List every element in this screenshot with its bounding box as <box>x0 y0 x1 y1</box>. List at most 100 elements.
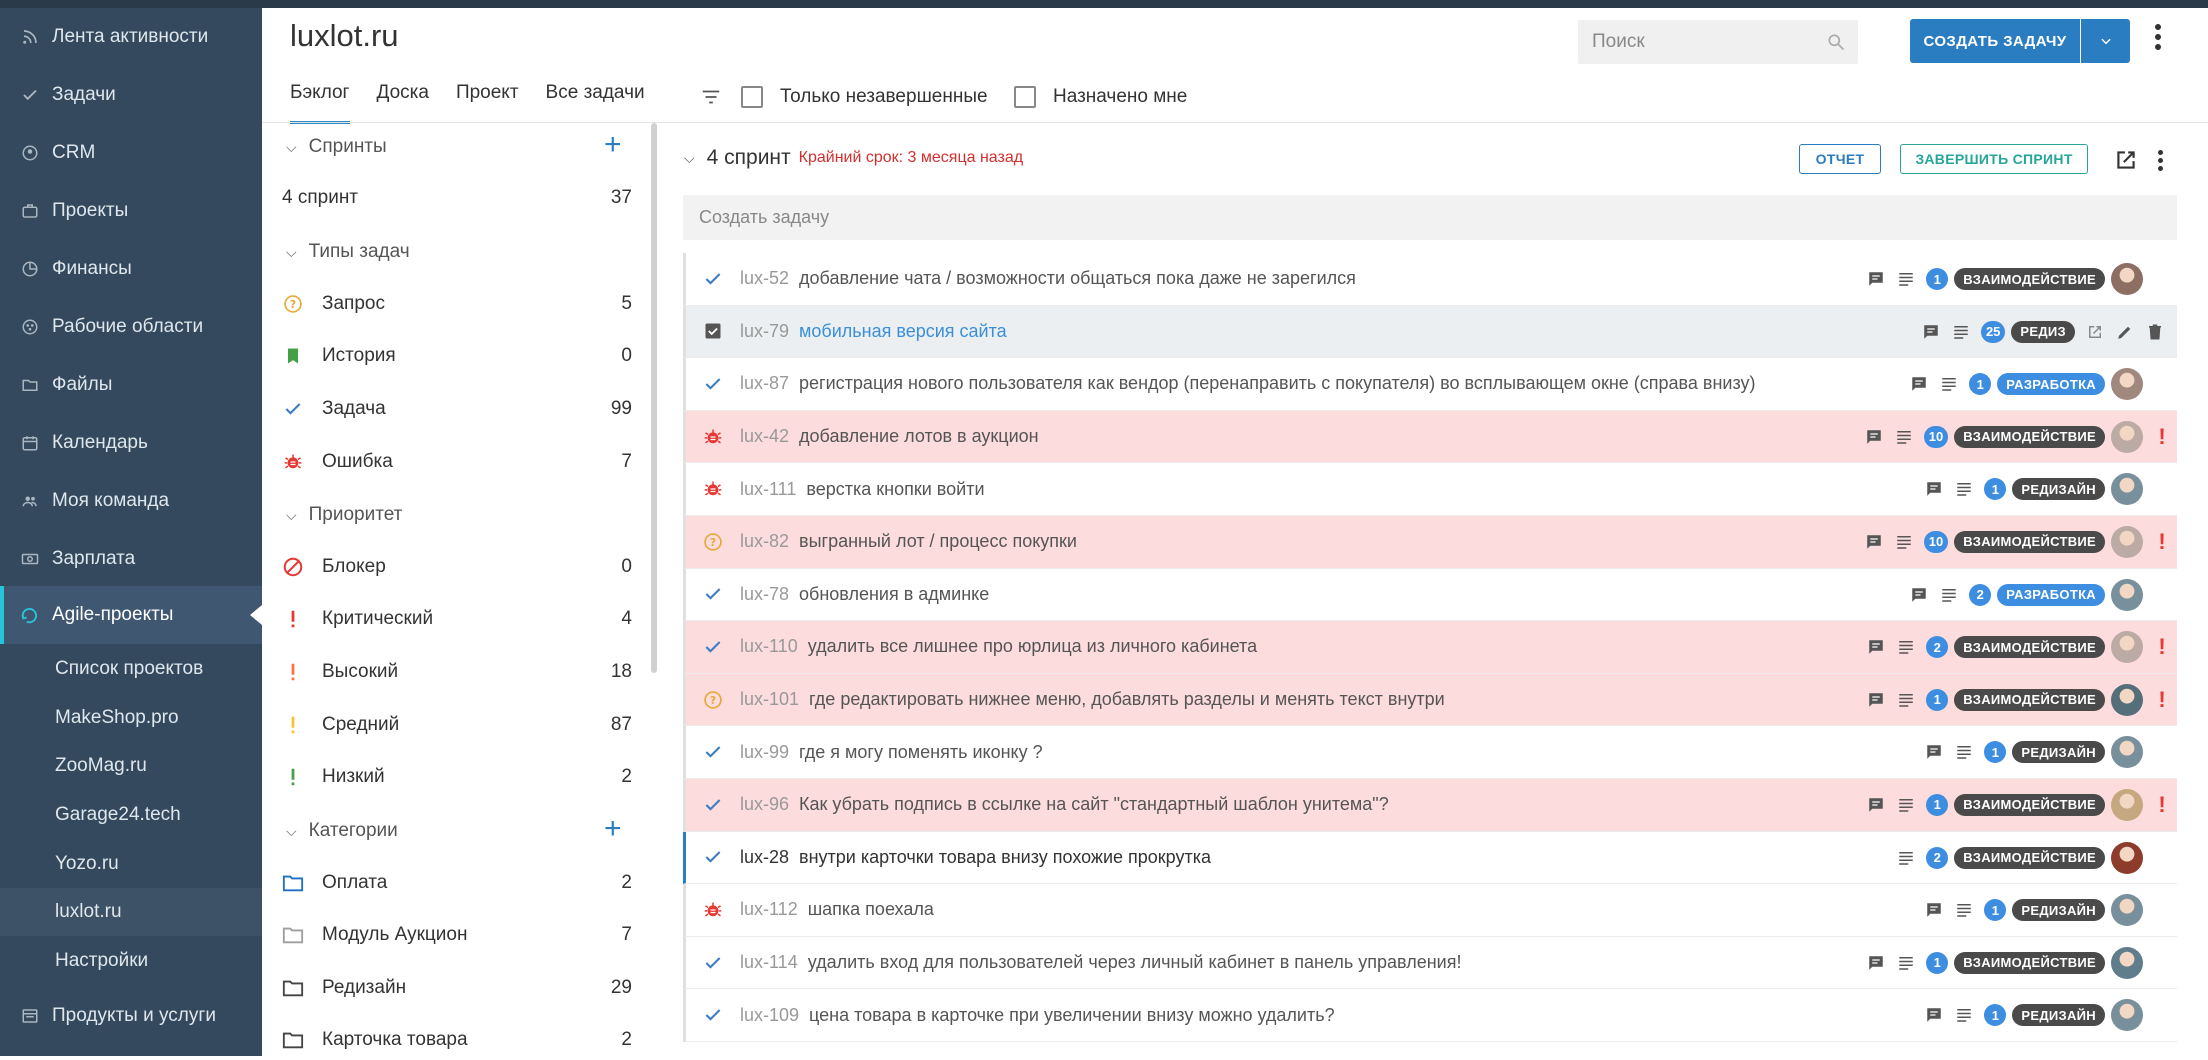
task-row[interactable]: lux-99 где я могу поменять иконку ? 1 РЕДИЗ… <box>683 726 2177 779</box>
checkbox-icon[interactable] <box>702 320 724 342</box>
sidebar-item-products[interactable]: Продукты и услуги <box>0 987 262 1045</box>
avatar[interactable] <box>2111 263 2143 295</box>
categories-section[interactable]: ⌵ Категории <box>286 820 398 842</box>
tab-board[interactable]: Доска <box>377 82 429 124</box>
task-row[interactable]: lux-114 удалить вход для пользователей че… <box>683 936 2177 990</box>
filter-type-1[interactable]: История 0 <box>282 336 632 376</box>
edit-icon[interactable] <box>2115 322 2135 342</box>
task-key[interactable]: lux-87 <box>740 373 789 394</box>
filter-type-2[interactable]: Задача 99 <box>282 389 632 429</box>
add-icon[interactable]: + <box>604 814 622 844</box>
finish-sprint-button[interactable]: ЗАВЕРШИТЬ СПРИНТ <box>1900 144 2088 174</box>
avatar[interactable] <box>2111 736 2143 769</box>
task-key[interactable]: lux-114 <box>740 952 798 973</box>
add-icon[interactable]: + <box>604 130 622 160</box>
task-title[interactable]: мобильная версия сайта <box>799 321 1007 342</box>
task-row[interactable]: lux-109 цена товара в карточке при увелич… <box>683 989 2177 1042</box>
avatar[interactable] <box>2111 473 2143 506</box>
sidebar-subitem-1[interactable]: MakeShop.pro <box>0 694 262 742</box>
task-row[interactable]: lux-28 внутри карточки товара внизу похож… <box>683 831 2177 885</box>
report-button[interactable]: ОТЧЕТ <box>1799 144 1881 174</box>
task-row[interactable]: lux-96 Как убрать подпись в ссылке на сай… <box>683 778 2177 832</box>
sidebar-item-9[interactable]: Зарплата <box>0 530 262 588</box>
sidebar-subitem-6[interactable]: Настройки <box>0 937 262 985</box>
task-key[interactable]: lux-96 <box>740 794 789 815</box>
sidebar-item-6[interactable]: Файлы <box>0 356 262 414</box>
task-row[interactable]: lux-87 регистрация нового пользователя ка… <box>683 358 2177 411</box>
search-input[interactable]: Поиск <box>1578 20 1858 64</box>
task-row[interactable]: lux-42 добавление лотов в аукцион 10 ВЗАИМО… <box>683 410 2177 464</box>
filter-panel-scrollbar[interactable] <box>651 123 657 673</box>
filter-category-0[interactable]: Оплата 2 <box>282 863 632 903</box>
task-key[interactable]: lux-78 <box>740 584 789 605</box>
filter-priority-1[interactable]: Критический 4 <box>282 599 632 639</box>
types-section[interactable]: ⌵ Типы задач <box>286 241 410 263</box>
sidebar-subitem-0[interactable]: Список проектов <box>0 645 262 693</box>
sidebar-item-10[interactable]: Agile-проекты <box>0 586 262 644</box>
filter-type-0[interactable]: ? Запрос 5 <box>282 284 632 324</box>
sidebar-item-1[interactable]: Задачи <box>0 66 262 124</box>
sidebar-item-0[interactable]: Лента активности <box>0 8 262 66</box>
task-title[interactable]: обновления в админке <box>799 584 989 605</box>
chevron-down-icon[interactable]: ⌵ <box>684 150 695 167</box>
sprint-menu-icon[interactable] <box>2158 150 2163 175</box>
task-row[interactable]: lux-112 шапка поехала 1 РЕДИЗАЙН <box>683 884 2177 937</box>
task-key[interactable]: lux-111 <box>740 479 796 500</box>
create-task-button[interactable]: СОЗДАТЬ ЗАДАЧУ <box>1910 19 2080 63</box>
sprints-section[interactable]: ⌵ Спринты <box>286 136 387 158</box>
task-title[interactable]: верстка кнопки войти <box>806 479 984 500</box>
avatar[interactable] <box>2111 946 2143 979</box>
task-key[interactable]: lux-109 <box>740 1005 799 1026</box>
task-title[interactable]: регистрация нового пользователя как венд… <box>799 373 1756 394</box>
avatar[interactable] <box>2111 683 2143 716</box>
filter-type-3[interactable]: Ошибка 7 <box>282 442 632 482</box>
task-title[interactable]: внутри карточки товара внизу похожие про… <box>799 847 1211 868</box>
task-key[interactable]: lux-28 <box>740 847 789 868</box>
filter-priority-0[interactable]: Блокер 0 <box>282 547 632 587</box>
task-title[interactable]: где редактировать нижнее меню, добавлять… <box>809 689 1445 710</box>
create-task-input[interactable]: Создать задачу <box>683 195 2177 240</box>
filter-category-2[interactable]: Редизайн 29 <box>282 968 632 1008</box>
task-key[interactable]: lux-82 <box>740 531 789 552</box>
tab-backlog[interactable]: Бэклог <box>290 82 350 124</box>
task-title[interactable]: выгранный лот / процесс покупки <box>799 531 1077 552</box>
open-external-icon[interactable] <box>2085 322 2105 342</box>
task-title[interactable]: удалить все лишнее про юрлица из личного… <box>808 636 1257 657</box>
priority-section[interactable]: ⌵ Приоритет <box>286 504 402 526</box>
avatar[interactable] <box>2111 368 2143 401</box>
task-title[interactable]: добавление чата / возможности общаться п… <box>799 268 1356 289</box>
task-row[interactable]: ? lux-82 выгранный лот / процесс покупки 10… <box>683 515 2177 569</box>
delete-icon[interactable] <box>2145 322 2165 342</box>
filter-priority-4[interactable]: Низкий 2 <box>282 757 632 797</box>
task-key[interactable]: lux-79 <box>740 321 789 342</box>
task-title[interactable]: удалить вход для пользователей через лич… <box>808 952 1462 973</box>
sidebar-subitem-5[interactable]: luxlot.ru <box>0 888 262 936</box>
filter-sprint[interactable]: 4 спринт 37 <box>282 178 632 218</box>
avatar[interactable] <box>2111 631 2143 664</box>
task-row[interactable]: lux-78 обновления в админке 2 РАЗРАБОТКА <box>683 568 2177 622</box>
create-task-dropdown[interactable] <box>2081 19 2130 63</box>
avatar[interactable] <box>2111 999 2143 1032</box>
task-title[interactable]: цена товара в карточке при увеличении вн… <box>809 1005 1335 1026</box>
task-key[interactable]: lux-110 <box>740 636 798 657</box>
task-row[interactable]: lux-110 удалить все лишнее про юрлица из … <box>683 621 2177 674</box>
avatar[interactable] <box>2111 894 2143 927</box>
unfinished-checkbox[interactable] <box>741 86 763 108</box>
tab-project[interactable]: Проект <box>456 82 519 124</box>
sidebar-item-4[interactable]: Финансы <box>0 240 262 298</box>
task-key[interactable]: lux-101 <box>740 689 799 710</box>
task-title[interactable]: где я могу поменять иконку ? <box>799 742 1043 763</box>
task-title[interactable]: Как убрать подпись в ссылке на сайт "ста… <box>799 794 1389 815</box>
assigned-checkbox[interactable] <box>1014 86 1036 108</box>
task-key[interactable]: lux-52 <box>740 268 789 289</box>
task-row[interactable]: ? lux-101 где редактировать нижнее меню, д… <box>683 673 2177 727</box>
task-title[interactable]: шапка поехала <box>808 899 934 920</box>
more-menu-icon[interactable] <box>2155 24 2161 54</box>
filter-priority-2[interactable]: Высокий 18 <box>282 652 632 692</box>
sidebar-item-8[interactable]: Моя команда <box>0 472 262 530</box>
task-row[interactable]: lux-52 добавление чата / возможности обща… <box>683 253 2177 306</box>
task-title[interactable]: добавление лотов в аукцион <box>799 426 1039 447</box>
task-key[interactable]: lux-99 <box>740 742 789 763</box>
task-row[interactable]: lux-79 мобильная версия сайта 25 РЕДИЗ <box>683 305 2177 359</box>
avatar[interactable] <box>2111 578 2143 611</box>
